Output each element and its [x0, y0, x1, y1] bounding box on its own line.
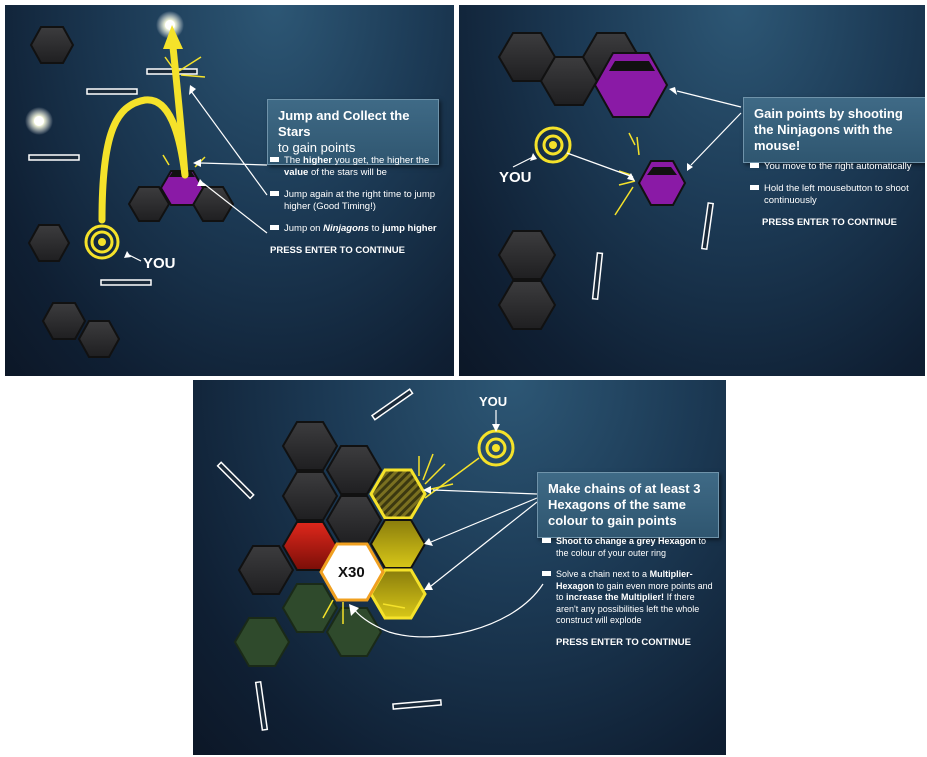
- press-enter-prompt: PRESS ENTER TO CONTINUE: [762, 217, 897, 228]
- grey-hexagon: [77, 320, 121, 358]
- platform: [591, 252, 604, 301]
- grey-hexagon: [497, 280, 557, 330]
- tutorial-bullets: You move to the right automatically Hold…: [750, 161, 920, 229]
- spark-lines: [614, 132, 640, 216]
- platform: [392, 699, 442, 710]
- you-label: YOU: [499, 169, 532, 186]
- platform: [370, 388, 414, 421]
- ninjagon-mask: [609, 61, 655, 71]
- you-label: YOU: [479, 394, 508, 409]
- bullet-item: Jump on Ninjagons to jump higher: [270, 223, 440, 235]
- tutorial-title: Jump and Collect the Stars: [278, 108, 410, 139]
- tutorial-bullets: Shoot to change a grey Hexagon to the co…: [542, 536, 717, 648]
- grey-hexagon: [325, 495, 383, 545]
- tutorial-title: Gain points by shooting the Ninjagons wi…: [754, 106, 903, 153]
- grey-hexagon: [497, 230, 557, 280]
- bullet-item: Shoot to change a grey Hexagon to the co…: [542, 536, 717, 559]
- tutorial-panel-chains: YOU X30 Make chains of at least 3 Hexago…: [193, 380, 726, 755]
- platform: [254, 680, 269, 731]
- grey-hexagon: [325, 445, 383, 495]
- yellow-hexagon-striped: [369, 468, 427, 520]
- tutorial-bullets: The higher you get, the higher the value…: [270, 155, 440, 257]
- bullet-item: Jump again at the right time to jump hig…: [270, 189, 440, 213]
- yellow-hexagon: [369, 519, 427, 569]
- tutorial-panel-jump: YOU Jump and Collect the Stars to gain p…: [5, 5, 454, 376]
- grey-hexagon: [27, 224, 71, 262]
- bullet-item: You move to the right automatically: [750, 161, 920, 173]
- green-hexagon: [233, 617, 291, 667]
- bullet-item: Hold the left mousebutton to shoot conti…: [750, 183, 920, 207]
- platform: [100, 279, 152, 286]
- you-label: YOU: [143, 255, 176, 272]
- platform: [86, 88, 138, 95]
- tutorial-panel-shoot: YOU Gain points by shooting the Ninjagon…: [459, 5, 925, 376]
- press-enter-prompt: PRESS ENTER TO CONTINUE: [270, 245, 405, 256]
- platform: [700, 202, 715, 251]
- pointer-arrows: [128, 90, 268, 262]
- tutorial-subtitle: to gain points: [278, 140, 356, 155]
- grey-hexagon: [237, 545, 295, 595]
- platform: [216, 461, 255, 500]
- press-enter-prompt: PRESS ENTER TO CONTINUE: [556, 636, 691, 648]
- player-core: [549, 141, 557, 149]
- tutorial-title-box: Gain points by shooting the Ninjagons wi…: [743, 97, 925, 163]
- player-core: [98, 238, 106, 246]
- platform: [28, 154, 80, 161]
- multiplier-label: X30: [338, 564, 365, 581]
- player-core: [492, 444, 500, 452]
- grey-hexagon: [41, 302, 87, 340]
- star: [34, 116, 44, 126]
- tutorial-title-box: Make chains of at least 3 Hexagons of th…: [537, 472, 719, 538]
- bullet-item: The higher you get, the higher the value…: [270, 155, 440, 179]
- green-hexagon: [325, 607, 383, 657]
- grey-hexagon: [29, 26, 75, 64]
- grey-hexagon: [281, 421, 339, 471]
- tutorial-title: Make chains of at least 3 Hexagons of th…: [548, 481, 701, 528]
- bullet-item: Solve a chain next to a Multiplier-Hexag…: [542, 569, 717, 627]
- grey-hexagon: [281, 471, 339, 521]
